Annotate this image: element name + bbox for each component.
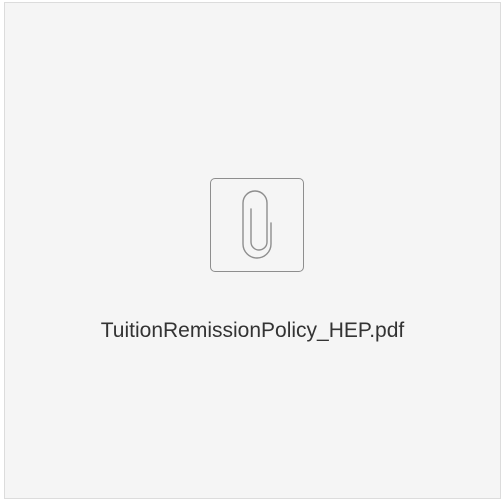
attachment-icon-frame	[210, 178, 304, 272]
attachment-file-name[interactable]: TuitionRemissionPolicy_HEP.pdf	[5, 317, 500, 345]
file-attachment-card[interactable]: TuitionRemissionPolicy_HEP.pdf	[4, 2, 501, 499]
